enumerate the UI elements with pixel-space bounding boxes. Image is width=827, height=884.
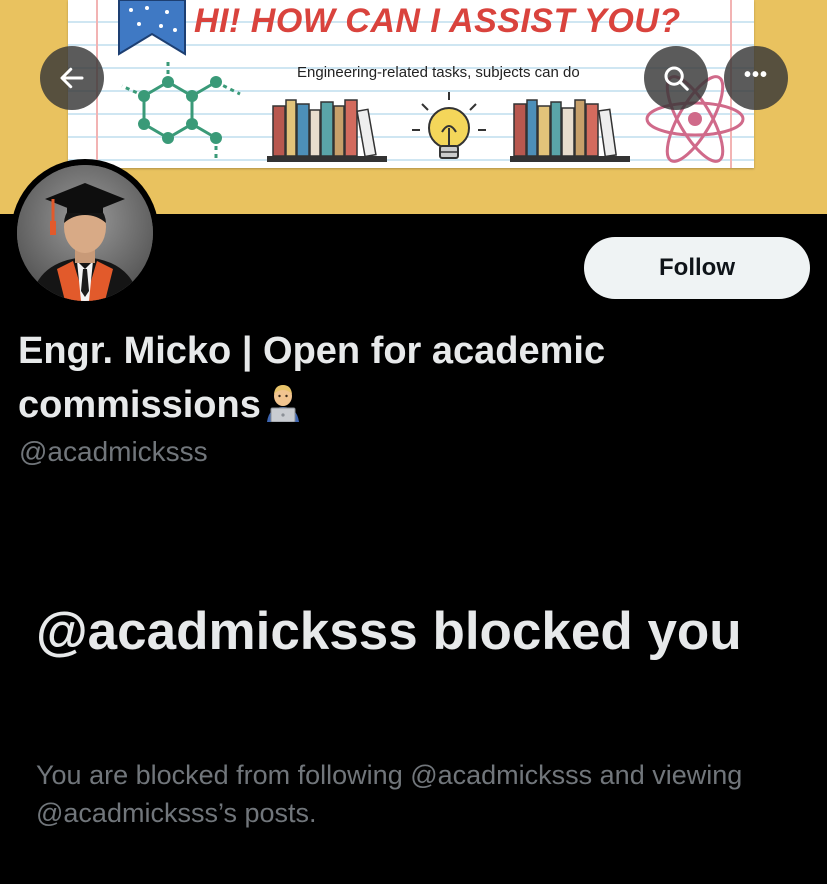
display-name: Engr. Micko | Open for academic commissi… bbox=[18, 324, 778, 432]
books-icon bbox=[267, 99, 387, 162]
display-name-text: Engr. Micko | Open for academic commissi… bbox=[18, 330, 606, 426]
technologist-emoji bbox=[266, 385, 299, 422]
bookmark-ribbon-icon bbox=[118, 0, 186, 56]
back-button[interactable] bbox=[40, 46, 104, 110]
profile-handle: @acadmicksss bbox=[19, 436, 208, 467]
blocked-title: @acadmicksss blocked you bbox=[36, 602, 742, 661]
search-icon bbox=[664, 66, 689, 91]
molecule-icon bbox=[121, 62, 241, 160]
more-button[interactable]: ••• bbox=[724, 46, 788, 110]
graduate-portrait bbox=[17, 165, 153, 301]
follow-button[interactable]: Follow bbox=[584, 237, 810, 299]
banner-headline: HI! HOW CAN I ASSIST YOU? bbox=[194, 2, 681, 40]
banner-subtitle: Engineering-related tasks, subjects can … bbox=[297, 64, 580, 81]
search-button[interactable] bbox=[644, 46, 708, 110]
avatar[interactable] bbox=[11, 159, 159, 307]
lightbulb-icon bbox=[412, 92, 486, 159]
more-horizontal-icon: ••• bbox=[743, 64, 768, 86]
avatar-photo bbox=[17, 165, 153, 301]
blocked-description: You are blocked from following @acadmick… bbox=[36, 760, 743, 828]
arrow-left-icon bbox=[60, 67, 84, 89]
books-icon bbox=[510, 99, 630, 162]
